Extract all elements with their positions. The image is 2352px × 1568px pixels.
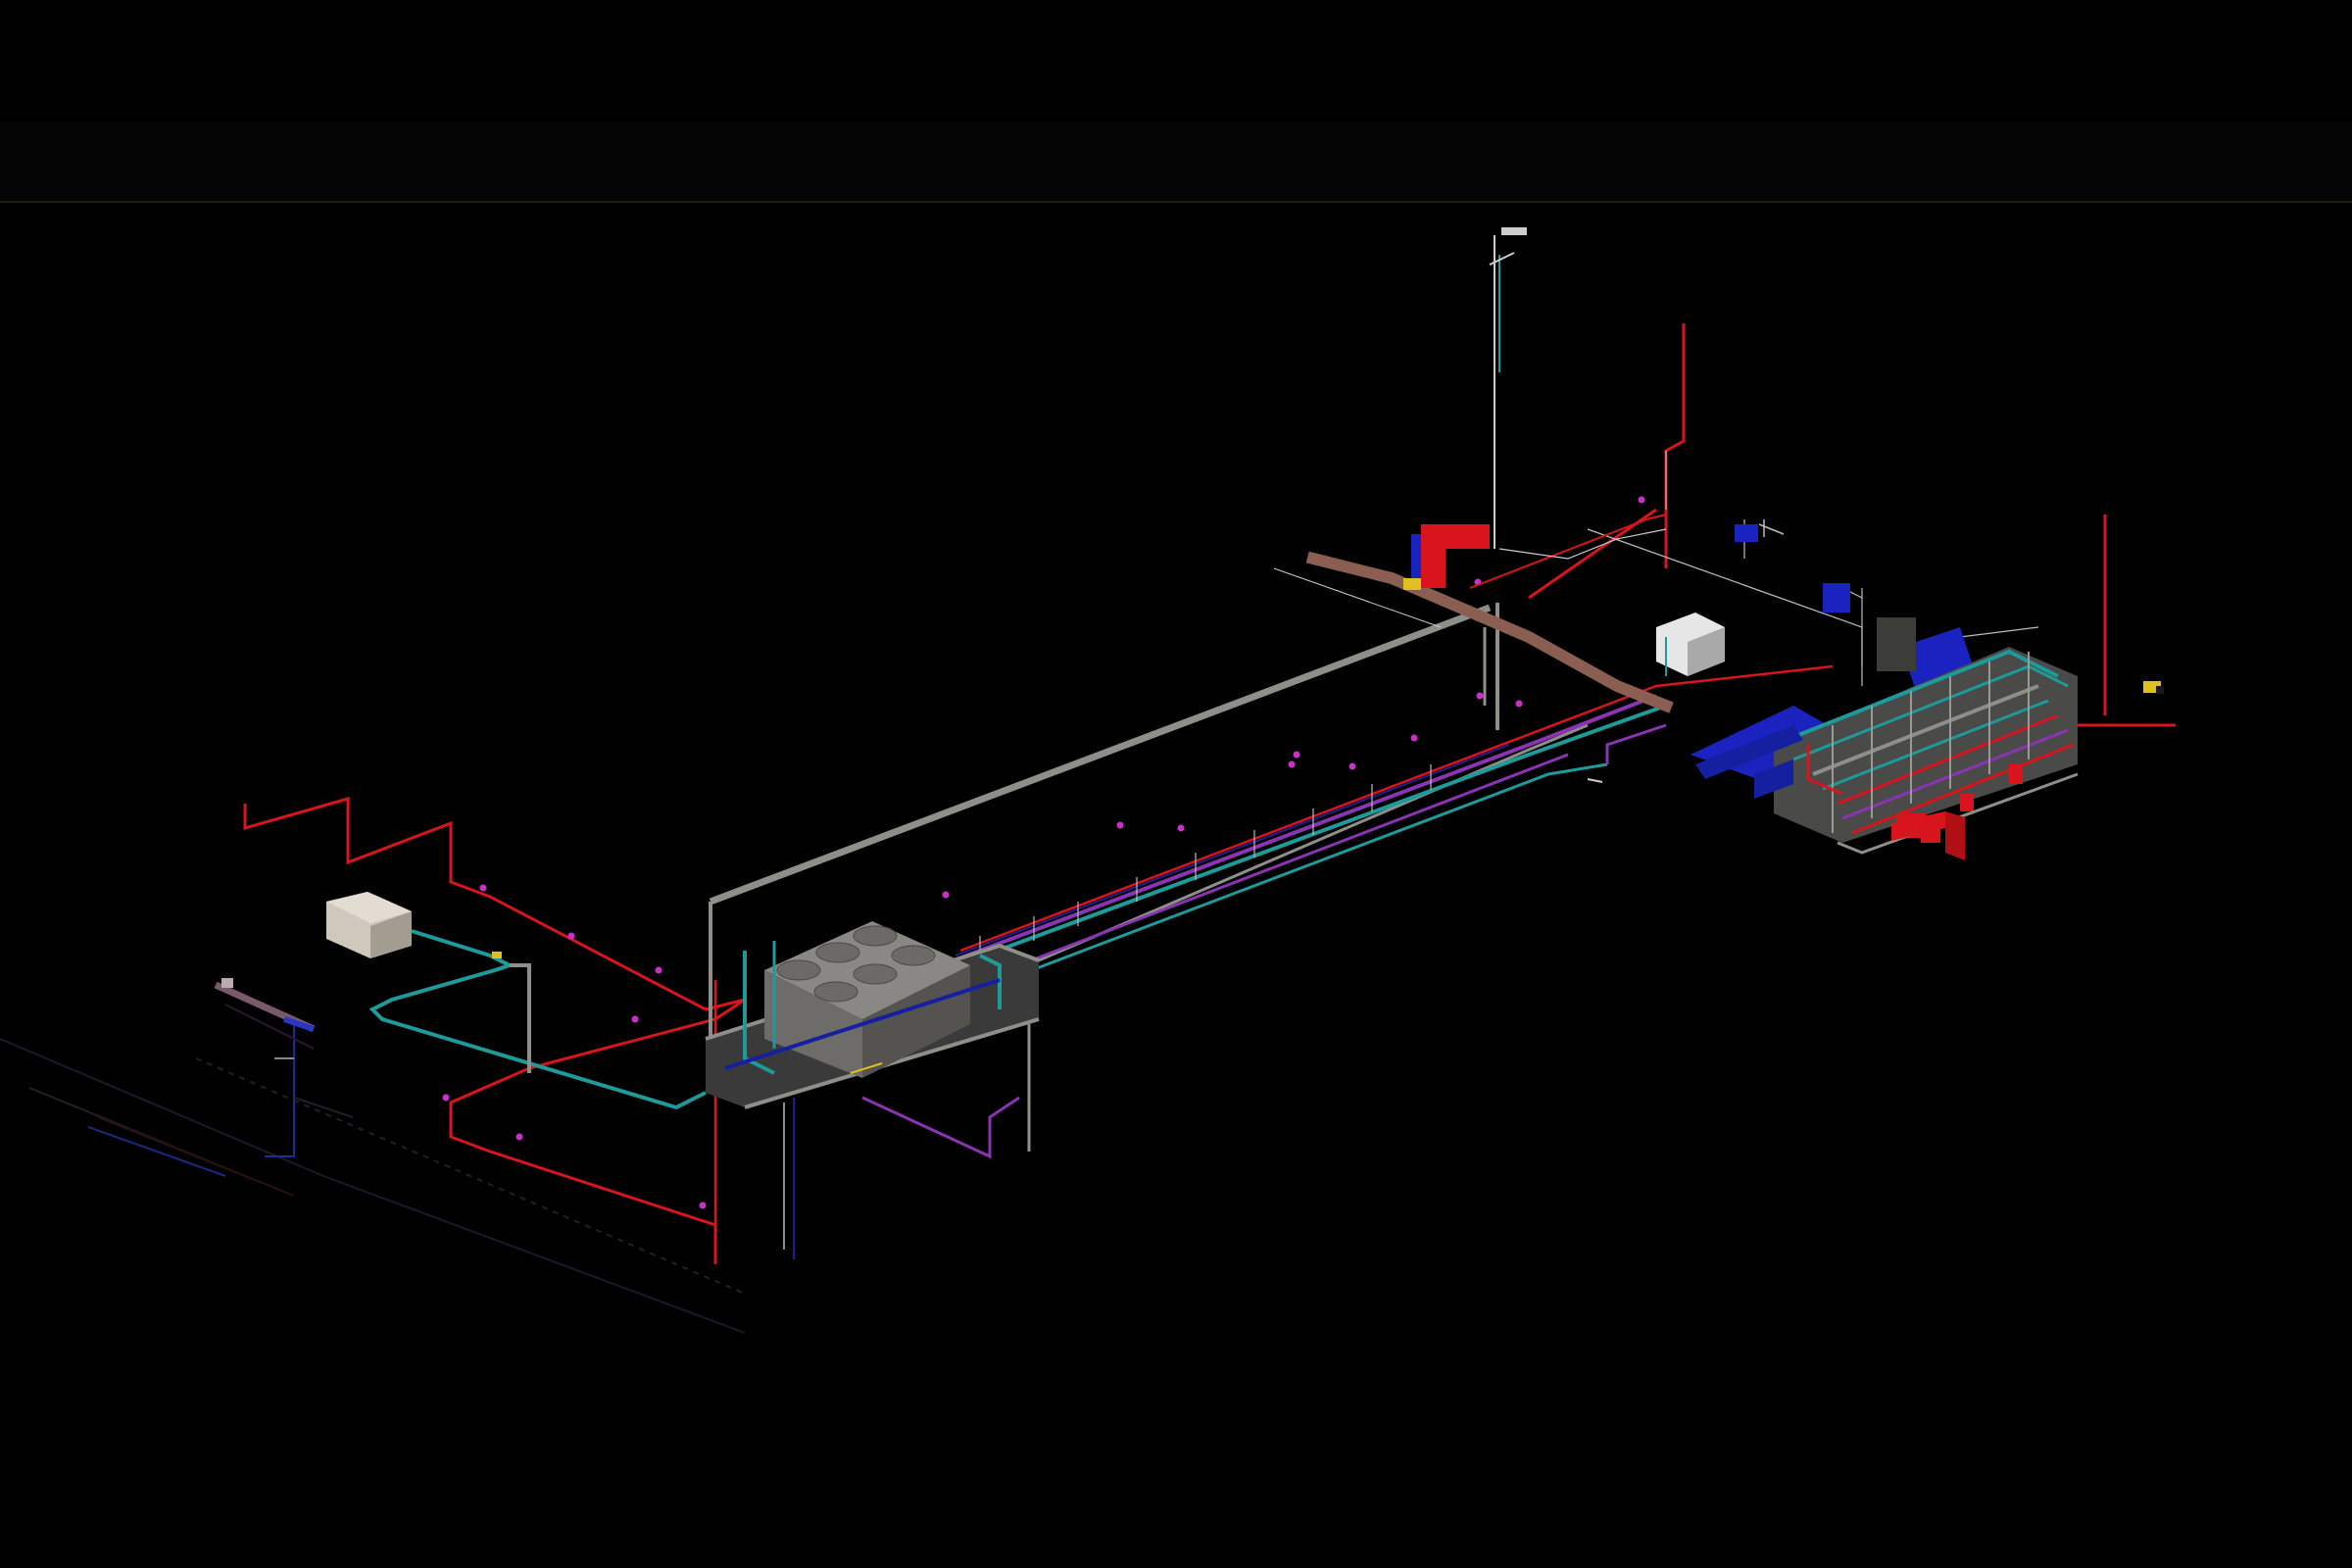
underground-lines <box>0 1004 746 1334</box>
inline-pump-assembly[interactable] <box>214 978 316 1033</box>
plant-room[interactable] <box>1587 524 2164 855</box>
grey-header-return[interactable] <box>969 723 1589 992</box>
mep-isometric-model[interactable] <box>0 0 2352 1568</box>
plant-outline <box>1587 451 2039 686</box>
vertical-mast[interactable] <box>1489 227 1527 549</box>
control-panel[interactable] <box>1656 612 1725 676</box>
viewport-top-band <box>0 122 2352 202</box>
teal-condenser-line[interactable] <box>368 929 707 1110</box>
yellow-valve[interactable] <box>492 952 502 958</box>
cooling-tower[interactable] <box>705 921 1040 1259</box>
fire-riser-verticals[interactable] <box>1528 323 2176 727</box>
fire-branch-upper[interactable] <box>1469 514 1667 589</box>
grey-main-header[interactable] <box>709 604 1492 906</box>
storage-tank[interactable] <box>326 892 412 958</box>
utility-corridor[interactable] <box>930 664 1834 992</box>
cad-3d-viewport[interactable] <box>0 0 2352 1568</box>
fire-main-branch[interactable] <box>449 998 746 1264</box>
